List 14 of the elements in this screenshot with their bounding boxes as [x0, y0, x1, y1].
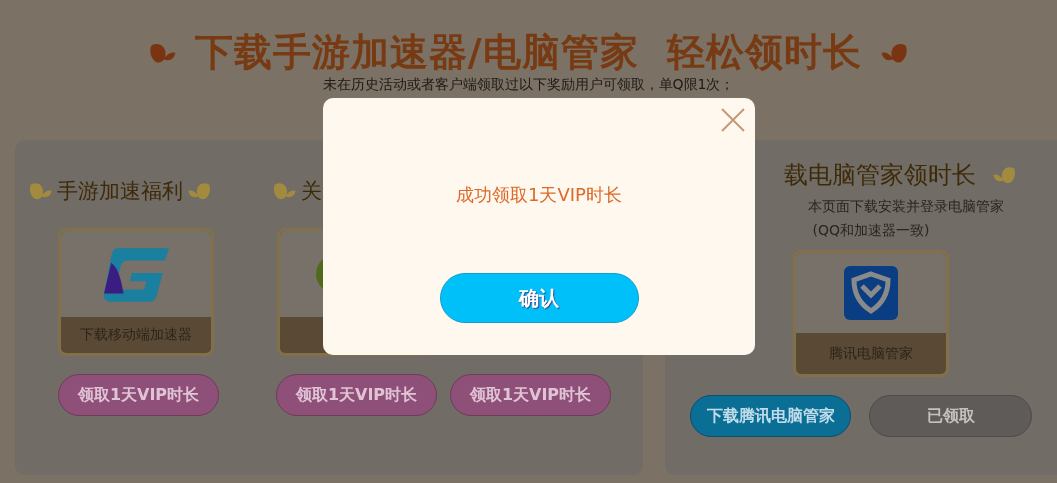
confirm-button[interactable]: 确认 [439, 273, 639, 323]
dialog-message: 成功领取1天VIP时长 [456, 183, 622, 207]
claim-button[interactable]: 领取1天VIP时长 [450, 374, 611, 416]
section-title: 手游加速福利 [57, 178, 183, 205]
section-title: 载电脑管家领时长 [784, 160, 976, 191]
page-subtitle: 未在历史活动或者客户端领取过以下奖励用户可领取，单Q限1次； [322, 75, 735, 92]
page-title: 下载手游加速器/电脑管家 轻松领时长 [194, 32, 863, 74]
action-button[interactable]: 已领取 [869, 395, 1032, 437]
section-title: 关 [301, 178, 322, 205]
section-description: (QQ和加速器一致) [812, 222, 930, 240]
claim-button[interactable]: 领取1天VIP时长 [276, 374, 437, 416]
action-button[interactable]: 下载腾讯电脑管家 [690, 395, 851, 437]
section-description: 本页面下载安装并登录电脑管家 [807, 198, 1004, 216]
claim-button[interactable]: 领取1天VIP时长 [58, 374, 219, 416]
